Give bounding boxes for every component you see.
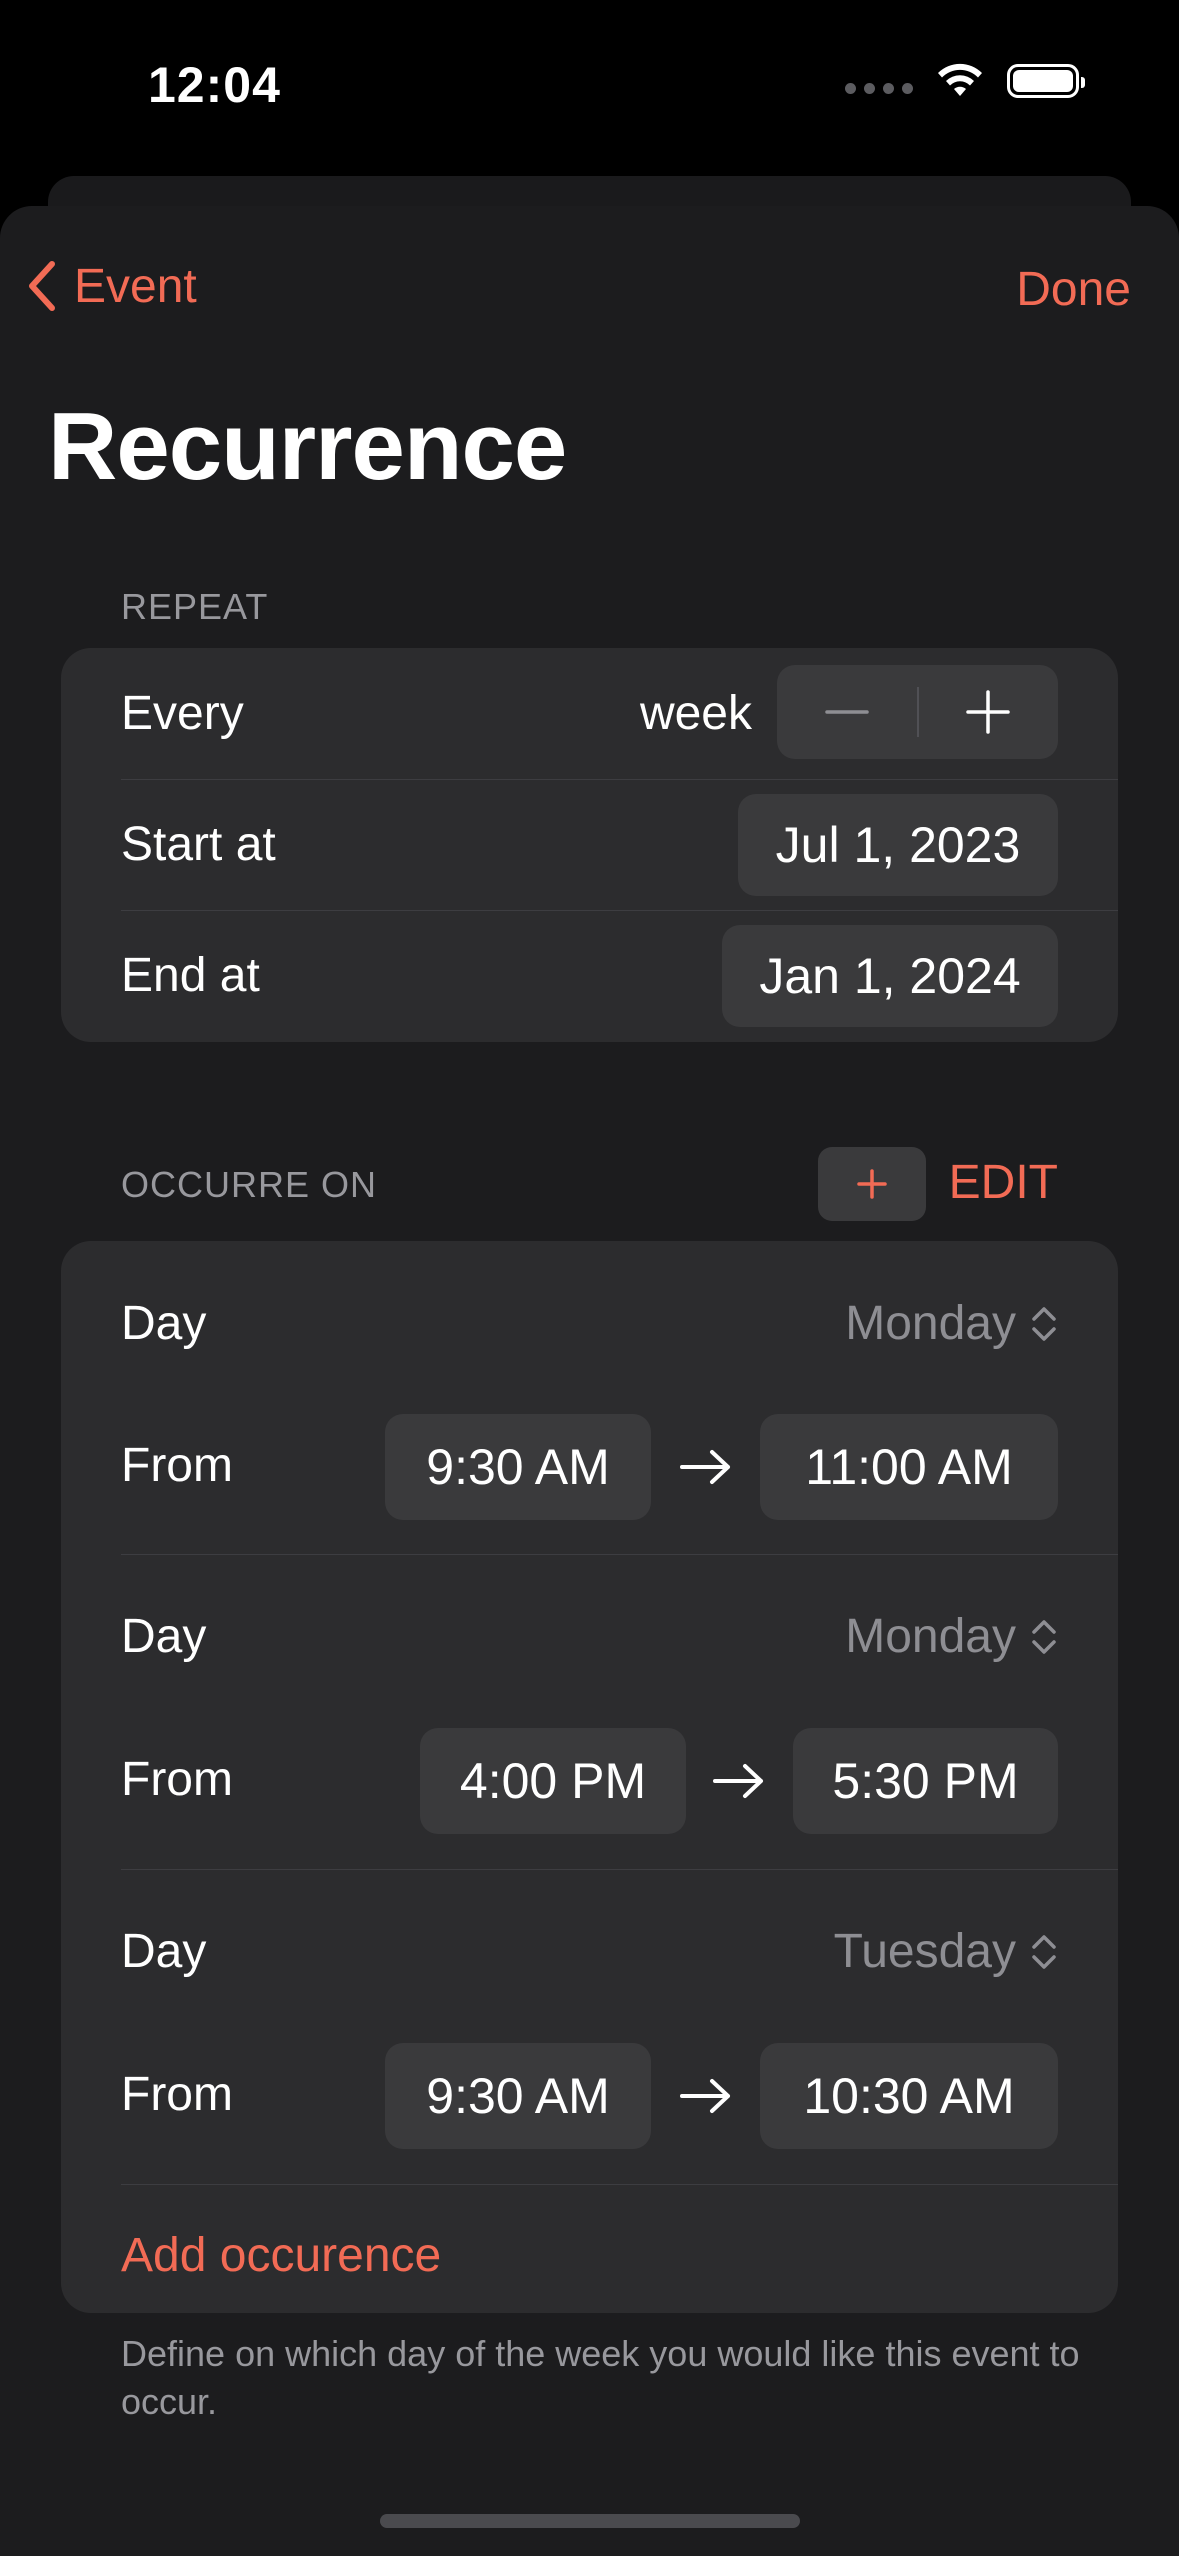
end-time-picker[interactable]: 5:30 PM — [793, 1728, 1058, 1834]
chevron-left-icon — [29, 261, 55, 311]
status-icons — [845, 62, 1085, 100]
occurrence-item: Day Monday From 4:00 PM 5:30 PM — [61, 1554, 1118, 1869]
end-date-picker[interactable]: Jan 1, 2024 — [722, 925, 1058, 1027]
increment-button[interactable] — [919, 665, 1059, 759]
day-value: Tuesday — [833, 1925, 1016, 1978]
plus-icon — [966, 690, 1010, 734]
repeat-section-header: REPEAT — [121, 586, 269, 627]
status-time: 12:04 — [148, 57, 281, 113]
day-picker[interactable]: Monday — [845, 1609, 1058, 1664]
occurrences-footer-note: Define on which day of the week you woul… — [121, 2333, 1080, 2422]
start-time-picker[interactable]: 9:30 AM — [385, 2043, 651, 2149]
every-label: Every — [121, 687, 244, 740]
from-label: From — [121, 1439, 233, 1492]
edit-button[interactable]: EDIT — [949, 1155, 1058, 1210]
back-button[interactable]: Event — [24, 258, 197, 314]
day-label: Day — [121, 1297, 207, 1350]
end-time-picker[interactable]: 10:30 AM — [760, 2043, 1058, 2149]
occurrences-group: Day Monday From 9:30 AM 11:00 AM Day Mon… — [61, 1241, 1118, 2313]
chevron-updown-icon — [1032, 1306, 1056, 1341]
day-value: Monday — [845, 1610, 1016, 1663]
repeat-group: Every week Start at Jul 1, 2023 End at J… — [61, 648, 1118, 1042]
occurrences-section-header: OCCURRE ON — [121, 1164, 378, 1205]
home-indicator[interactable] — [380, 2514, 800, 2528]
page-title: Recurrence — [48, 393, 567, 500]
arrow-right-icon — [680, 2079, 730, 2113]
every-row: Every week — [61, 648, 1118, 779]
plus-icon — [857, 1169, 887, 1199]
battery-icon — [1007, 64, 1085, 98]
occurrence-item: Day Monday From 9:30 AM 11:00 AM — [61, 1241, 1118, 1554]
add-occurrence-button[interactable] — [818, 1147, 926, 1221]
interval-stepper — [777, 665, 1058, 759]
done-button[interactable]: Done — [1016, 262, 1131, 317]
day-label: Day — [121, 1610, 207, 1663]
from-label: From — [121, 1753, 233, 1806]
day-picker[interactable]: Tuesday — [834, 1924, 1058, 1979]
occurrence-item: Day Tuesday From 9:30 AM 10:30 AM — [61, 1869, 1118, 2184]
start-label: Start at — [121, 818, 276, 871]
chevron-updown-icon — [1032, 1619, 1056, 1654]
chevron-updown-icon — [1032, 1934, 1056, 1969]
day-picker[interactable]: Monday — [845, 1296, 1058, 1351]
add-occurrence-link[interactable]: Add occurence — [121, 2228, 441, 2283]
start-date-picker[interactable]: Jul 1, 2023 — [738, 794, 1058, 896]
divider — [121, 2184, 1118, 2185]
start-row: Start at Jul 1, 2023 — [61, 779, 1118, 910]
from-label: From — [121, 2068, 233, 2121]
cellular-signal-icon — [845, 82, 913, 94]
end-label: End at — [121, 949, 260, 1002]
arrow-right-icon — [680, 1450, 730, 1484]
minus-icon — [825, 710, 869, 714]
start-time-picker[interactable]: 9:30 AM — [385, 1414, 651, 1520]
status-bar: 12:04 — [0, 0, 1179, 170]
arrow-right-icon — [713, 1764, 763, 1798]
day-label: Day — [121, 1925, 207, 1978]
wifi-icon — [938, 63, 982, 96]
end-row: End at Jan 1, 2024 — [61, 910, 1118, 1042]
start-time-picker[interactable]: 4:00 PM — [420, 1728, 686, 1834]
end-time-picker[interactable]: 11:00 AM — [760, 1414, 1058, 1520]
decrement-button[interactable] — [777, 665, 917, 759]
day-value: Monday — [845, 1297, 1016, 1350]
back-button-label: Event — [74, 259, 197, 313]
every-unit: week — [639, 687, 752, 740]
